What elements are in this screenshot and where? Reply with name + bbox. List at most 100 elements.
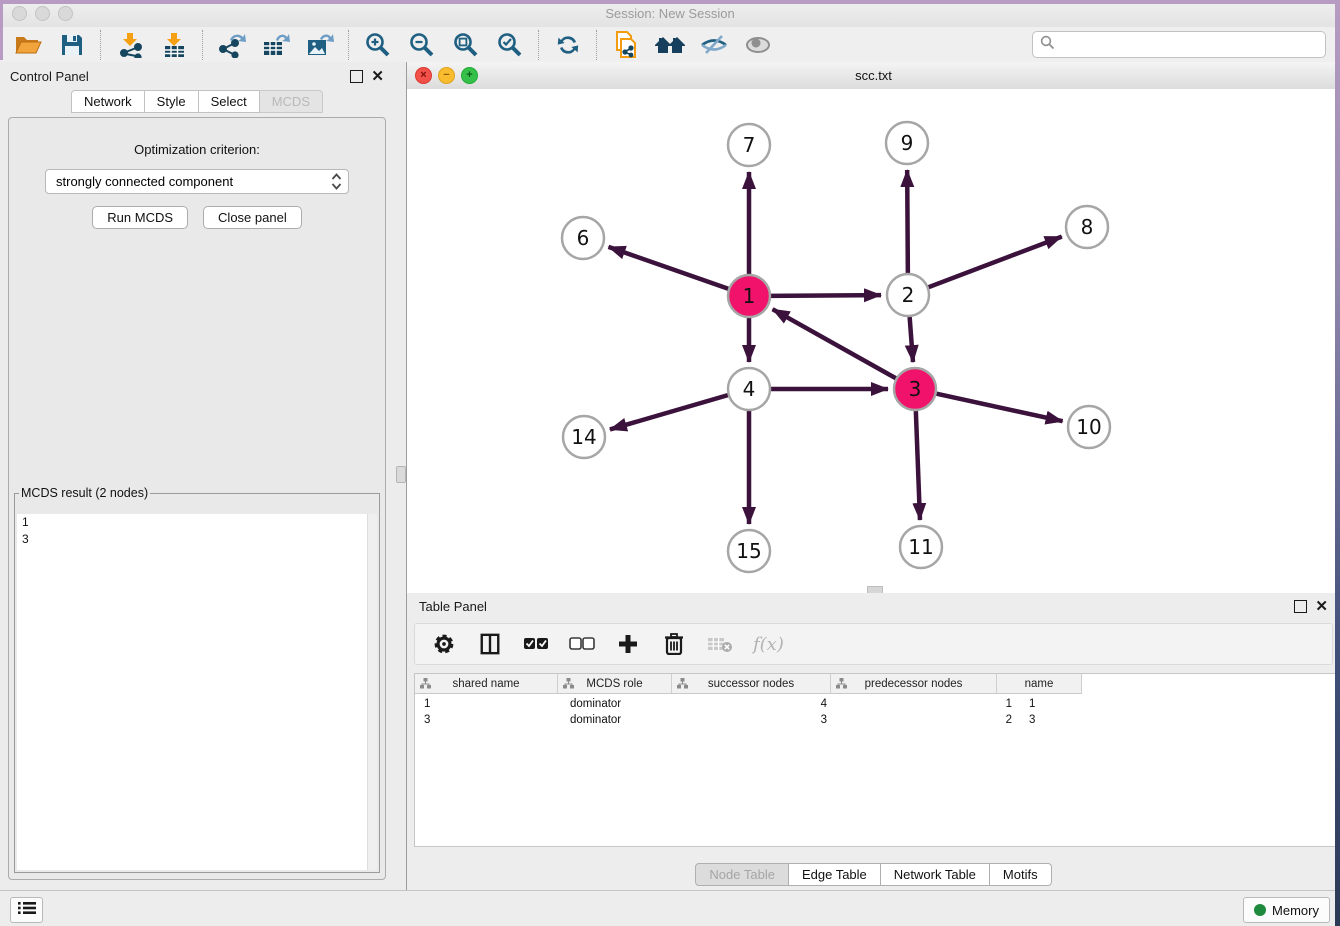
search-field[interactable] bbox=[1032, 31, 1326, 58]
graph-node-label-6: 6 bbox=[577, 226, 590, 250]
column-header-mcds-role[interactable]: MCDS role bbox=[558, 674, 672, 693]
result-scrollbar[interactable] bbox=[367, 514, 377, 870]
hierarchy-icon bbox=[836, 678, 847, 692]
graph-node-label-7: 7 bbox=[743, 133, 756, 157]
network-close-button[interactable]: × bbox=[415, 67, 432, 84]
graph-edge-3-10[interactable] bbox=[936, 394, 1062, 422]
minimize-window-button[interactable] bbox=[35, 6, 50, 21]
memory-button[interactable]: Memory bbox=[1243, 897, 1330, 923]
graph-edge-1-6[interactable] bbox=[608, 247, 728, 289]
delete-column-icon[interactable] bbox=[661, 631, 687, 657]
zoom-in-button[interactable] bbox=[360, 30, 396, 60]
column-header-name[interactable]: name bbox=[997, 674, 1082, 693]
search-input[interactable] bbox=[1059, 36, 1325, 53]
graph-edge-2-8[interactable] bbox=[929, 237, 1062, 288]
table-row[interactable]: 1 dominator 4 1 1 bbox=[415, 696, 1105, 712]
divider-handle[interactable] bbox=[396, 466, 406, 483]
graph-edge-2-3[interactable] bbox=[910, 317, 913, 362]
column-header-successor-nodes[interactable]: successor nodes bbox=[672, 674, 831, 693]
tab-select[interactable]: Select bbox=[199, 90, 260, 113]
maximize-window-button[interactable] bbox=[58, 6, 73, 21]
clone-network-button[interactable] bbox=[608, 30, 644, 60]
window-controls[interactable] bbox=[12, 6, 73, 21]
show-column-panel-icon[interactable] bbox=[477, 631, 503, 657]
table-header-row: shared name MCDS role successor nodes pr… bbox=[415, 674, 1082, 694]
graph-edge-3-11[interactable] bbox=[916, 411, 920, 520]
import-table-button[interactable] bbox=[156, 30, 192, 60]
table-tabs: Node Table Edge Table Network Table Moti… bbox=[407, 863, 1340, 886]
application-window: Session: New Session bbox=[0, 0, 1340, 926]
graph-edge-3-1[interactable] bbox=[773, 309, 896, 378]
network-maximize-button[interactable]: + bbox=[461, 67, 478, 84]
task-history-button[interactable] bbox=[10, 897, 43, 923]
open-folder-icon bbox=[14, 33, 42, 57]
show-all-button[interactable] bbox=[740, 30, 776, 60]
cell-name: 3 bbox=[1020, 712, 1105, 728]
settings-gear-icon[interactable] bbox=[431, 631, 457, 657]
tab-network[interactable]: Network bbox=[71, 90, 145, 113]
mcds-result-title: MCDS result (2 nodes) bbox=[19, 486, 150, 500]
window-title: Session: New Session bbox=[0, 6, 1340, 21]
apply-layout-button[interactable] bbox=[652, 30, 688, 60]
close-table-panel-icon[interactable]: ✕ bbox=[1315, 601, 1328, 612]
column-header-predecessor-nodes[interactable]: predecessor nodes bbox=[831, 674, 997, 693]
float-panel-icon[interactable] bbox=[350, 70, 363, 83]
node-table[interactable]: shared name MCDS role successor nodes pr… bbox=[414, 673, 1336, 847]
graph-svg: 7968124314101511 bbox=[407, 89, 1340, 593]
graph-node-label-8: 8 bbox=[1081, 215, 1094, 239]
close-window-button[interactable] bbox=[12, 6, 27, 21]
mcds-result-group: MCDS result (2 nodes) 1 3 bbox=[14, 486, 380, 873]
network-view-window: × − + scc.txt 7968124314101511 bbox=[407, 62, 1340, 593]
tab-mcds[interactable]: MCDS bbox=[260, 90, 323, 113]
deselect-all-columns-icon[interactable] bbox=[569, 631, 595, 657]
hide-selected-button[interactable] bbox=[696, 30, 732, 60]
table-row[interactable]: 3 dominator 3 2 3 bbox=[415, 712, 1105, 728]
select-all-columns-icon[interactable] bbox=[523, 631, 549, 657]
graph-node-label-15: 15 bbox=[736, 539, 761, 563]
tab-network-table[interactable]: Network Table bbox=[881, 863, 990, 886]
column-header-shared-name[interactable]: shared name bbox=[415, 674, 558, 693]
tab-motifs[interactable]: Motifs bbox=[990, 863, 1052, 886]
graph-edge-2-9[interactable] bbox=[907, 170, 908, 273]
cell-mcds-role: dominator bbox=[566, 696, 683, 712]
refresh-view-button[interactable] bbox=[550, 30, 586, 60]
panel-divider[interactable] bbox=[394, 62, 407, 890]
zoom-selected-icon bbox=[497, 32, 523, 58]
zoom-selected-button[interactable] bbox=[492, 30, 528, 60]
memory-status-icon bbox=[1254, 904, 1266, 916]
open-file-button[interactable] bbox=[10, 30, 46, 60]
float-table-panel-icon[interactable] bbox=[1294, 600, 1307, 613]
export-table-button[interactable] bbox=[258, 30, 294, 60]
eye-icon bbox=[744, 33, 772, 57]
network-canvas[interactable]: 7968124314101511 bbox=[407, 89, 1340, 593]
export-image-button[interactable] bbox=[302, 30, 338, 60]
zoom-fit-button[interactable] bbox=[448, 30, 484, 60]
desktop-edge bbox=[0, 0, 1340, 4]
criterion-dropdown[interactable]: strongly connected component bbox=[45, 169, 349, 194]
import-table-icon bbox=[161, 32, 187, 58]
graph-node-label-3: 3 bbox=[909, 377, 922, 401]
tab-style[interactable]: Style bbox=[145, 90, 199, 113]
status-bar: Memory bbox=[0, 890, 1340, 926]
mcds-result-list[interactable]: 1 3 bbox=[17, 514, 377, 870]
graph-edge-4-14[interactable] bbox=[610, 395, 728, 429]
graph-edge-1-2[interactable] bbox=[771, 295, 881, 296]
hierarchy-icon bbox=[563, 678, 574, 692]
save-session-button[interactable] bbox=[54, 30, 90, 60]
tab-edge-table[interactable]: Edge Table bbox=[789, 863, 881, 886]
close-panel-icon[interactable]: ✕ bbox=[371, 71, 384, 82]
add-column-icon[interactable] bbox=[615, 631, 641, 657]
cell-predecessor-nodes: 1 bbox=[841, 696, 1020, 712]
import-network-button[interactable] bbox=[112, 30, 148, 60]
tab-node-table[interactable]: Node Table bbox=[695, 863, 789, 886]
canvas-resize-handle[interactable] bbox=[867, 586, 883, 593]
graph-node-label-11: 11 bbox=[908, 535, 933, 559]
zoom-out-button[interactable] bbox=[404, 30, 440, 60]
close-panel-button[interactable]: Close panel bbox=[203, 206, 302, 229]
export-network-button[interactable] bbox=[214, 30, 250, 60]
hierarchy-icon bbox=[677, 678, 688, 692]
run-mcds-button[interactable]: Run MCDS bbox=[92, 206, 188, 229]
cell-successor-nodes: 4 bbox=[683, 696, 841, 712]
graph-node-label-2: 2 bbox=[902, 283, 915, 307]
network-minimize-button[interactable]: − bbox=[438, 67, 455, 84]
